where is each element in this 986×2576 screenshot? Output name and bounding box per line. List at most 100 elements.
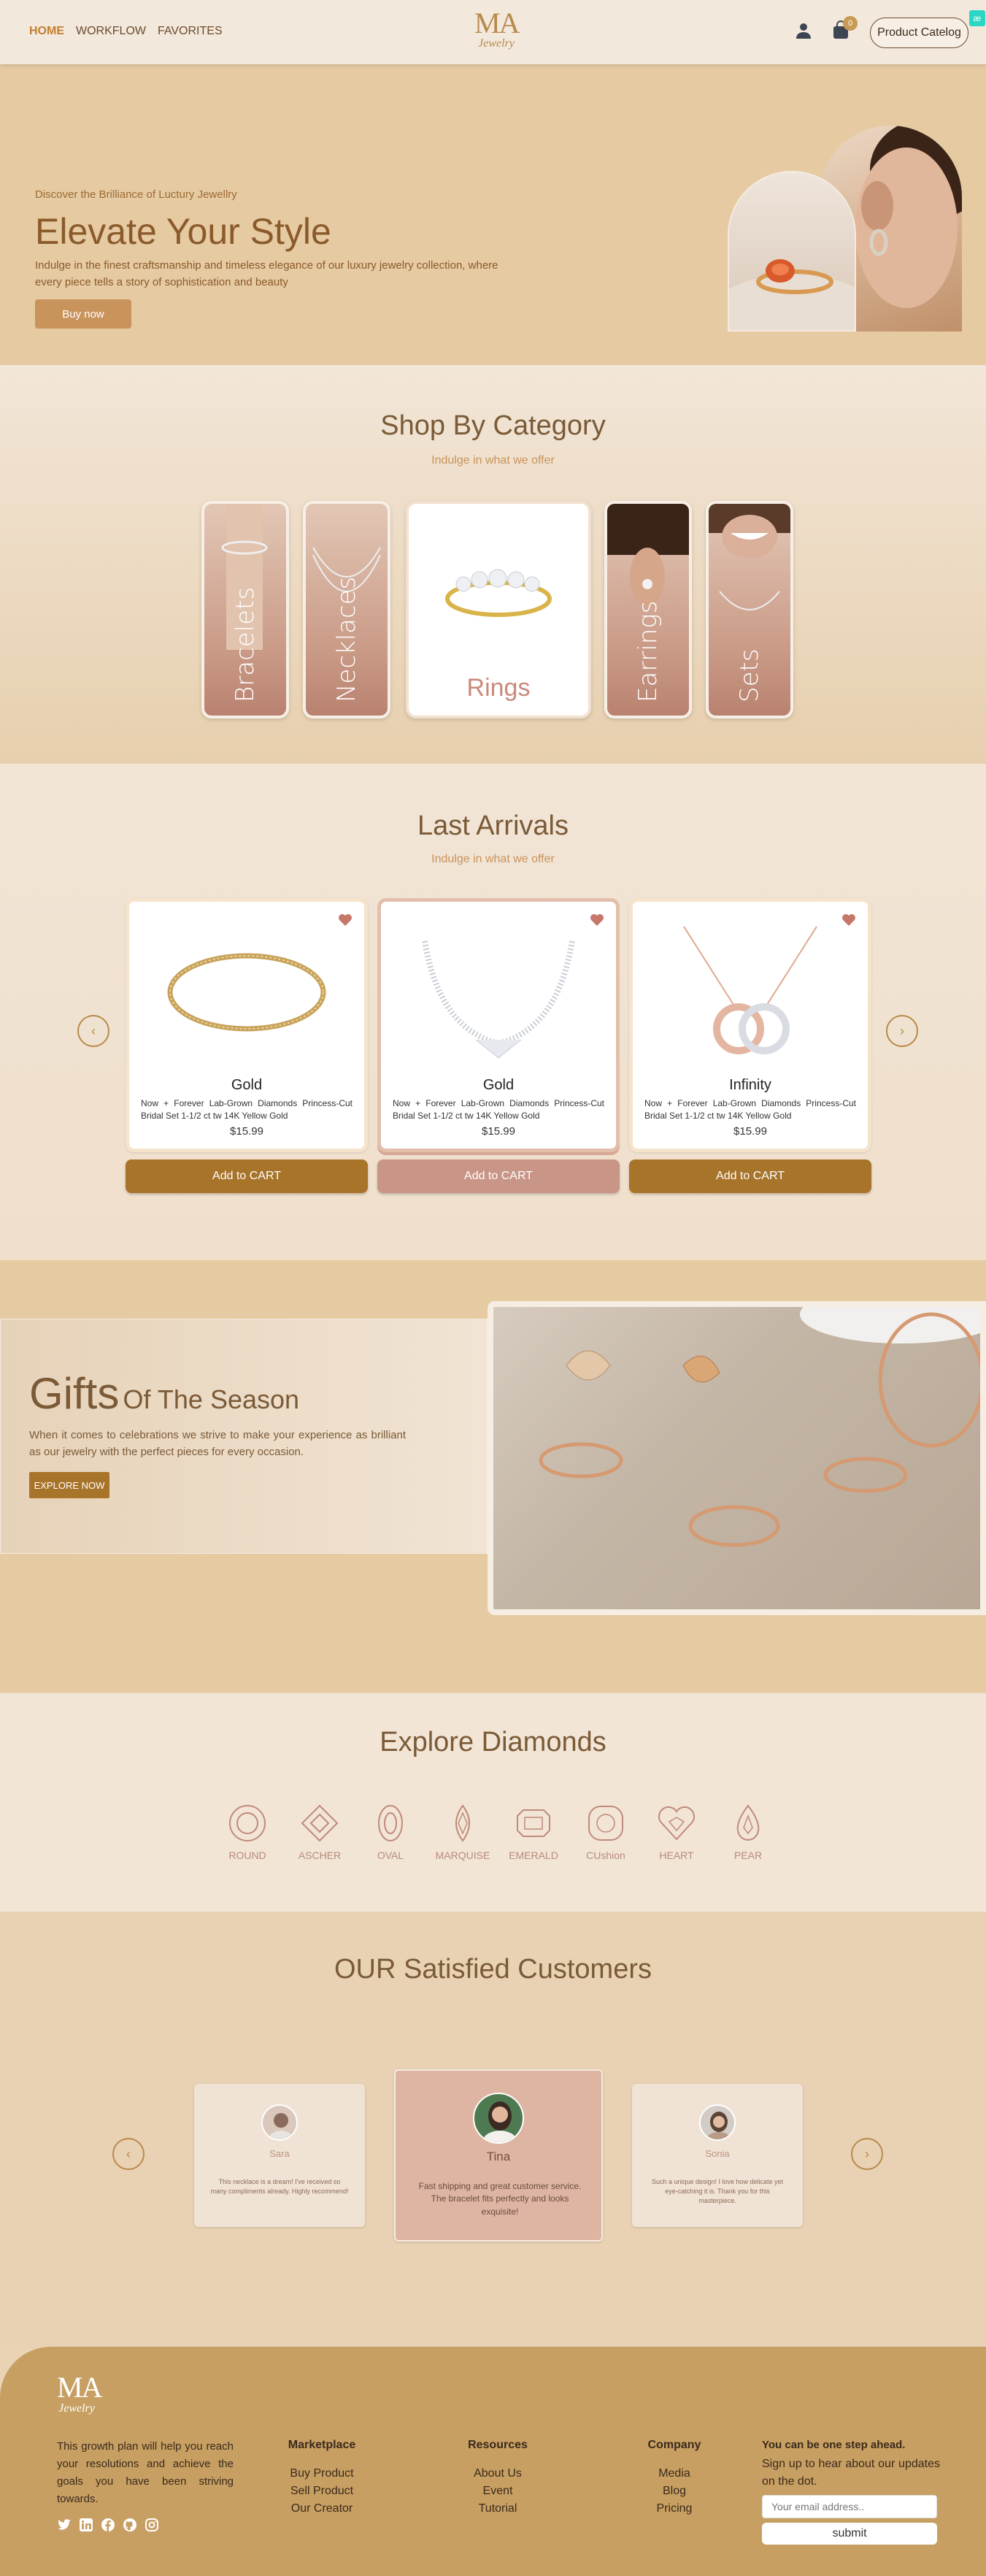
hero-title: Elevate Your Style [35,211,331,252]
extension-badge-icon[interactable]: æ [969,10,985,26]
newsletter-signup: You can be one step ahead. Sign up to he… [762,2439,940,2545]
customer-avatar [261,2104,298,2141]
footer-link-sell-product[interactable]: Sell Product [276,2483,368,2500]
diamond-shape-oval[interactable]: OVAL [358,1803,423,1861]
footer-logo[interactable]: MA Jewelry [57,2371,102,2415]
category-title: Shop By Category [380,410,606,441]
explore-diamonds-section: Explore Diamonds ROUND ASCHER OVAL MARQU… [0,1693,986,1912]
newsletter-title: You can be one step ahead. [762,2439,906,2451]
site-footer: MA Jewelry This growth plan will help yo… [0,2347,986,2576]
customer-quote: Such a unique design! I love how delicat… [651,2178,784,2205]
facebook-icon[interactable] [101,2518,115,2532]
category-card-sets[interactable]: Sets [706,501,793,718]
diamond-shape-label: HEART [659,1849,694,1861]
testimonials-prev-arrow[interactable]: ‹ [112,2138,145,2170]
linkedin-icon[interactable] [79,2518,93,2532]
customer-name: Tina [486,2150,511,2163]
footer-link-tutorial[interactable]: Tutorial [460,2500,536,2518]
footer-link-about-us[interactable]: About Us [460,2465,536,2483]
footer-link-buy-product[interactable]: Buy Product [276,2465,368,2483]
category-label: Necklaces [332,576,361,702]
newsletter-email-input[interactable] [762,2495,937,2518]
category-card-earrings[interactable]: Earrings [604,501,692,718]
user-icon[interactable] [796,22,812,39]
cushion-diamond-icon [588,1806,623,1841]
diamond-shape-emerald[interactable]: EMERALD [501,1803,566,1861]
category-card-rings[interactable]: Rings [406,501,591,718]
arrivals-next-arrow[interactable]: › [886,1015,918,1047]
github-icon[interactable] [123,2518,137,2532]
category-label: Rings [466,674,531,702]
buy-now-button[interactable]: Buy now [35,299,131,329]
hero-description: Indulge in the finest craftsmanship and … [35,259,498,288]
customer-quote: This necklace is a dream! I've received … [210,2178,349,2196]
product-price: $15.99 [230,1125,263,1138]
footer-link-our-creator[interactable]: Our Creator [276,2500,368,2518]
diamond-shape-heart[interactable]: HEART [644,1803,709,1861]
footer-column-title: Marketplace [288,2439,356,2451]
cart-count-badge: 0 [843,16,858,31]
footer-column-company: Company Media Blog Pricing [638,2439,711,2518]
shop-by-category-section: Shop By Category Indulge in what we offe… [0,365,986,764]
footer-link-event[interactable]: Event [460,2483,536,2500]
product-image [683,926,817,1054]
product-card[interactable]: Gold Now + Forever Lab-Grown Diamonds Pr… [377,898,620,1152]
category-card-necklaces[interactable]: Necklaces [303,501,390,718]
logo-mark: MA [474,7,520,39]
footer-about-text: This growth plan will help you reach you… [57,2440,234,2505]
customer-name: Sonia [705,2148,730,2159]
product-description: Now + Forever Lab-Grown Diamonds Princes… [644,1098,856,1121]
arrivals-prev-arrow[interactable]: ‹ [77,1015,109,1047]
newsletter-submit-button[interactable]: submit [762,2523,937,2545]
testimonial-card: Sonia Such a unique design! I love how d… [632,2084,803,2227]
brand-logo[interactable]: MA Jewelry [474,7,520,50]
pear-diamond-icon [736,1804,760,1841]
footer-column-resources: Resources About Us Event Tutorial [460,2439,536,2518]
add-to-cart-button[interactable]: Add to CART [377,1159,620,1193]
diamond-shape-round[interactable]: ROUND [215,1803,280,1861]
diamond-shape-label: ROUND [228,1849,266,1861]
logo-subtitle: Jewelry [478,37,515,50]
diamond-shape-ascher[interactable]: ASCHER [287,1803,353,1861]
explore-now-button[interactable]: EXPLORE NOW [29,1472,109,1498]
product-price: $15.99 [482,1125,515,1138]
oval-diamond-icon [378,1805,403,1841]
diamond-shape-cushion[interactable]: CUshion [573,1803,639,1861]
product-card[interactable]: Infinity Now + Forever Lab-Grown Diamond… [629,898,871,1152]
testimonials-next-arrow[interactable]: › [851,2138,883,2170]
nav-favorites-link[interactable]: FAVORITES [158,25,223,38]
gifts-rings-photo [488,1301,986,1615]
hero-section: Discover the Brilliance of Luctury Jewel… [0,64,986,365]
footer-column-title: Company [647,2439,701,2451]
product-catalog-button[interactable]: Product Catelog [870,18,968,48]
product-description: Now + Forever Lab-Grown Diamonds Princes… [141,1098,353,1121]
product-image [422,940,575,1059]
nav-workflow-link[interactable]: WORKFLOW [76,25,146,38]
product-image [167,953,326,1032]
customers-title: OUR Satisfied Customers [334,1954,652,1985]
footer-column-marketplace: Marketplace Buy Product Sell Product Our… [276,2439,368,2518]
add-to-cart-button[interactable]: Add to CART [629,1159,871,1193]
customer-quote: Fast shipping and great customer service… [418,2181,582,2217]
footer-logo-mark: MA [57,2371,102,2404]
nav-home-link[interactable]: HOME [29,25,64,38]
marquise-diamond-icon [455,1804,470,1842]
diamond-shape-pear[interactable]: PEAR [715,1803,781,1861]
diamond-shape-marquise[interactable]: MARQUISE [430,1803,496,1861]
diamond-shape-label: EMERALD [509,1849,558,1861]
footer-link-blog[interactable]: Blog [638,2483,711,2500]
twitter-icon[interactable] [57,2518,72,2532]
footer-logo-subtitle: Jewelry [58,2402,95,2415]
gifts-title: Gifts Of The Season [29,1368,299,1419]
product-card[interactable]: Gold Now + Forever Lab-Grown Diamonds Pr… [126,898,368,1152]
footer-link-pricing[interactable]: Pricing [638,2500,711,2518]
instagram-icon[interactable] [145,2518,159,2532]
footer-link-media[interactable]: Media [638,2465,711,2483]
hero-kicker: Discover the Brilliance of Luctury Jewel… [35,188,237,201]
heart-diamond-icon [658,1806,695,1841]
category-card-bracelets[interactable]: Bracelets [201,501,289,718]
gifts-description: When it comes to celebrations we strive … [29,1429,406,1458]
product-price: $15.99 [733,1125,767,1138]
last-arrivals-section: Last Arrivals Indulge in what we offer ‹… [0,764,986,1260]
add-to-cart-button[interactable]: Add to CART [126,1159,368,1193]
